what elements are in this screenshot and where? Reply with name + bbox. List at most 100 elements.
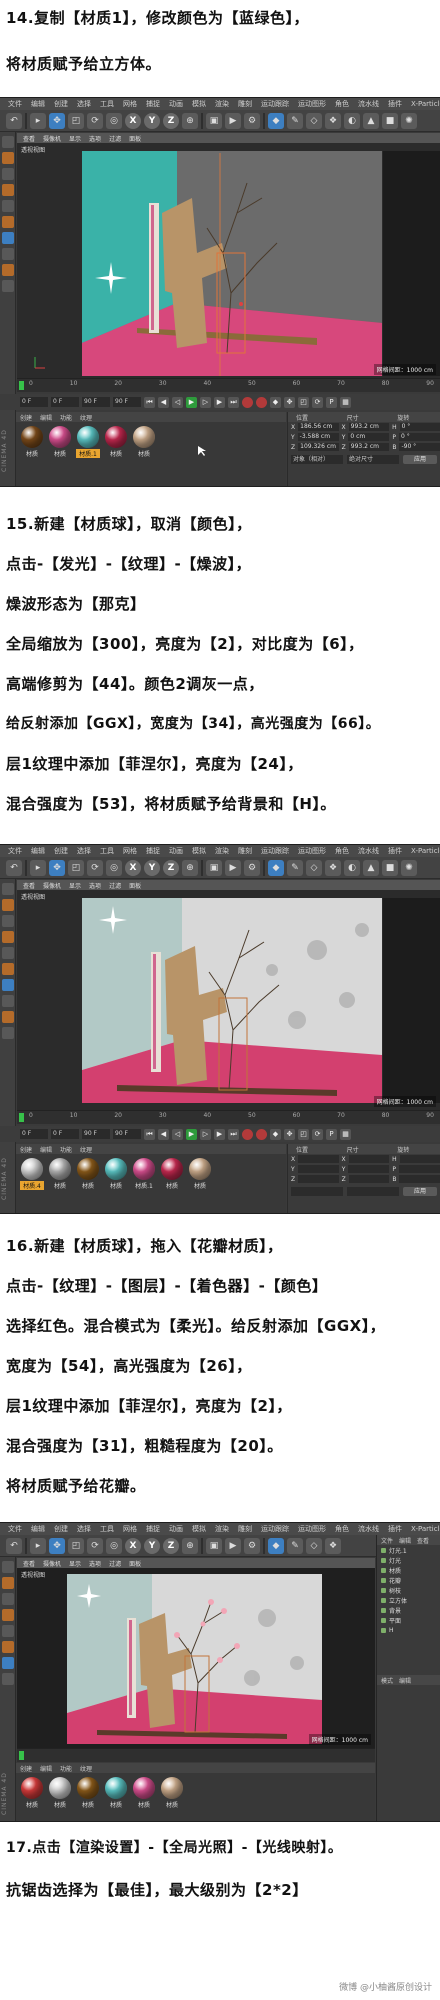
size-y-field[interactable]: 0 cm (348, 433, 390, 441)
next-key-icon[interactable]: ▶ (214, 1128, 225, 1140)
z-axis-button[interactable]: Z (163, 1537, 179, 1554)
menu-file[interactable]: 文件 (8, 99, 22, 109)
menu-pipeline[interactable]: 流水线 (358, 99, 379, 109)
menu-edit[interactable]: 编辑 (31, 846, 45, 856)
z-axis-button[interactable]: Z (163, 112, 179, 129)
menu-snap[interactable]: 捕捉 (146, 99, 160, 109)
record-icon[interactable] (242, 396, 253, 408)
next-frame-icon[interactable]: ▷ (200, 1128, 211, 1140)
current-frame-field[interactable]: 0 F (51, 1129, 79, 1139)
menu-mograph[interactable]: 运动图形 (298, 846, 326, 856)
mat-menu-create[interactable]: 创建 (20, 1764, 32, 1773)
menu-mograph[interactable]: 运动图形 (298, 1524, 326, 1534)
menu-simulate[interactable]: 模拟 (192, 1524, 206, 1534)
timeline-playhead[interactable] (19, 1751, 24, 1760)
render-settings-icon[interactable]: ⚙ (244, 112, 260, 129)
texture-mode-icon[interactable] (2, 168, 14, 180)
environment-icon[interactable]: ▲ (363, 112, 379, 129)
move-icon[interactable]: ✥ (49, 859, 65, 876)
object-item[interactable]: 背景 (377, 1605, 440, 1615)
vp-menu-panel[interactable]: 面板 (129, 881, 141, 890)
x-axis-button[interactable]: X (125, 1537, 141, 1554)
make-editable-icon[interactable] (2, 136, 14, 148)
autokey-icon[interactable] (256, 396, 267, 408)
object-item[interactable]: 平面 (377, 1615, 440, 1625)
om-menu-edit[interactable]: 编辑 (399, 1536, 411, 1545)
move-icon[interactable]: ✥ (49, 1537, 65, 1554)
object-item[interactable]: 灯光 (377, 1555, 440, 1565)
material-swatch[interactable]: 材质 (20, 426, 44, 458)
menu-sculpt[interactable]: 雕刻 (238, 1524, 252, 1534)
prev-key-icon[interactable]: ◀ (158, 396, 169, 408)
material-swatch[interactable]: 材质 (132, 426, 156, 458)
menu-mograph[interactable]: 运动图形 (298, 99, 326, 109)
size-z-field[interactable] (348, 1175, 390, 1183)
edges-mode-icon[interactable] (2, 1625, 14, 1637)
material-swatch[interactable]: 材质.1 (76, 426, 100, 458)
timeline-playhead[interactable] (19, 381, 24, 390)
z-axis-button[interactable]: Z (163, 859, 179, 876)
rotate-key-icon[interactable]: ⟳ (312, 1128, 323, 1140)
polygons-mode-icon[interactable] (2, 963, 14, 975)
vp-menu-filter[interactable]: 过滤 (109, 1559, 121, 1568)
object-item[interactable]: 树枝 (377, 1585, 440, 1595)
vp-menu-display[interactable]: 显示 (69, 134, 81, 143)
vp-menu-view[interactable]: 查看 (23, 1559, 35, 1568)
deformer-icon[interactable]: ◐ (344, 112, 360, 129)
pen-icon[interactable]: ✎ (287, 1537, 303, 1554)
menu-motion-tracking[interactable]: 运动跟踪 (261, 1524, 289, 1534)
move-key-icon[interactable]: ✥ (284, 1128, 295, 1140)
go-to-end-icon[interactable]: ⏭ (228, 1128, 239, 1140)
pla-key-icon[interactable]: ▦ (340, 1128, 351, 1140)
rotate-icon[interactable]: ⟳ (87, 859, 103, 876)
timeline[interactable]: 0 10 20 30 40 50 60 70 80 90 (17, 1110, 440, 1124)
object-item[interactable]: H (377, 1625, 440, 1635)
workplane-icon[interactable] (2, 264, 14, 276)
timeline[interactable]: 0 10 20 30 40 50 60 70 80 90 (17, 378, 440, 392)
vp-menu-cameras[interactable]: 摄像机 (43, 134, 61, 143)
rotation-p-field[interactable]: 0 ° (399, 433, 440, 441)
render-settings-icon[interactable]: ⚙ (244, 1537, 260, 1554)
render-view-icon[interactable]: ▣ (206, 112, 222, 129)
menu-character[interactable]: 角色 (335, 1524, 349, 1534)
rotation-h-field[interactable]: 0 ° (399, 423, 440, 431)
mat-menu-edit[interactable]: 编辑 (40, 413, 52, 422)
menu-create[interactable]: 创建 (54, 99, 68, 109)
param-key-icon[interactable]: P (326, 396, 337, 408)
menu-render[interactable]: 渲染 (215, 99, 229, 109)
recent-tool-icon[interactable]: ◎ (106, 1537, 122, 1554)
go-to-end-icon[interactable]: ⏭ (228, 396, 239, 408)
material-swatch[interactable]: 材质 (104, 1777, 128, 1809)
start-frame-field[interactable]: 0 F (20, 1129, 48, 1139)
keyframe-icon[interactable]: ◆ (270, 1128, 281, 1140)
lock-icon[interactable] (2, 1027, 14, 1039)
axis-mode-icon[interactable] (2, 979, 14, 991)
object-item[interactable]: 灯光.1 (377, 1545, 440, 1555)
mat-menu-create[interactable]: 创建 (20, 413, 32, 422)
timeline-playhead[interactable] (19, 1113, 24, 1122)
menu-snap[interactable]: 捕捉 (146, 1524, 160, 1534)
menu-simulate[interactable]: 模拟 (192, 99, 206, 109)
snap-icon[interactable] (2, 995, 14, 1007)
vp-menu-filter[interactable]: 过滤 (109, 134, 121, 143)
rotate-icon[interactable]: ⟳ (87, 1537, 103, 1554)
go-to-start-icon[interactable]: ⏮ (144, 396, 155, 408)
menu-animate[interactable]: 动画 (169, 1524, 183, 1534)
menu-create[interactable]: 创建 (54, 846, 68, 856)
max-frame-field[interactable]: 90 F (113, 1129, 141, 1139)
position-x-field[interactable]: 186.56 cm (298, 423, 339, 431)
menu-plugins[interactable]: 插件 (388, 1524, 402, 1534)
select-icon[interactable]: ▸ (30, 112, 46, 129)
light-icon[interactable]: ✺ (401, 859, 417, 876)
y-axis-button[interactable]: Y (144, 1537, 160, 1554)
coord-mode-select[interactable]: 对象（相对） (291, 455, 343, 464)
next-frame-icon[interactable]: ▷ (200, 396, 211, 408)
om-menu-file[interactable]: 文件 (381, 1536, 393, 1545)
environment-icon[interactable]: ▲ (363, 859, 379, 876)
vp-menu-options[interactable]: 选项 (89, 1559, 101, 1568)
mat-menu-create[interactable]: 创建 (20, 1145, 32, 1154)
vp-menu-panel[interactable]: 面板 (129, 134, 141, 143)
material-swatch[interactable]: 材质 (188, 1158, 212, 1190)
viewport-perspective[interactable]: 查看 摄像机 显示 选项 过滤 面板 透视视图 网格间距：1000 cm (17, 133, 440, 378)
material-swatch[interactable]: 材质 (160, 1777, 184, 1809)
